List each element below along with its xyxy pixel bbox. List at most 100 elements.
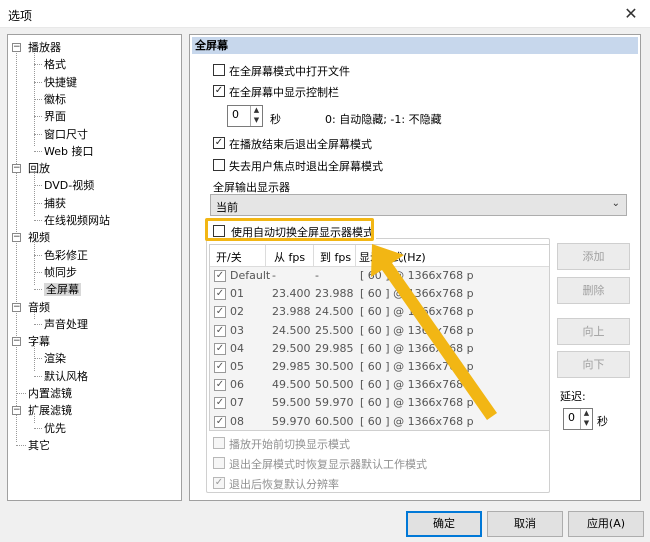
tree-item[interactable]: 默认风格 [34,368,88,385]
table-row[interactable]: ✓ 01 23.400 23.988 [ 60 ] @ 1366x768 p [210,285,549,303]
row-name: Default [230,269,271,282]
output-monitor-label: 全屏输出显示器 [213,181,290,194]
add-button[interactable]: 添加 [557,243,630,270]
tree-item-label: 界面 [44,110,66,124]
highlight-box [205,218,374,241]
row-enable-checkbox[interactable]: ✓ [214,397,226,410]
tree-item-label: 快捷键 [44,75,77,89]
output-monitor-value: 当前 [216,201,238,214]
tree-item[interactable]: 优先 [34,420,66,437]
tree-item[interactable]: − 播放器 [12,39,61,56]
window-title: 选项 [8,9,33,23]
hide-delay-value: 0 [232,108,239,121]
table-row[interactable]: ✓ 06 49.500 50.500 [ 60 ] @ 1366x768 p [210,376,549,394]
col-to-fps[interactable]: 到 fps [320,249,351,265]
tree-item[interactable]: − 扩展滤镜 [12,402,72,419]
collapse-icon[interactable]: − [12,337,21,347]
move-up-button[interactable]: 向上 [557,318,630,345]
cancel-button[interactable]: 取消 [487,511,563,537]
open-in-fullscreen-label: 在全屏幕模式中打开文件 [229,65,350,78]
delay-spin-up-icon[interactable]: ▲ [581,409,592,419]
tree-item[interactable]: 帧同步 [34,264,77,281]
collapse-icon[interactable]: − [12,43,21,52]
row-enable-checkbox[interactable]: ✓ [214,415,226,428]
row-display-mode: [ 60 ] @ 1366x768 p [360,378,474,392]
tree-item[interactable]: 声音处理 [34,316,88,333]
row-name: 05 [230,360,244,373]
table-row[interactable]: ✓ 05 29.985 30.500 [ 60 ] @ 1366x768 p [210,358,549,376]
tree-item-label: 捕获 [44,196,66,210]
open-in-fullscreen-checkbox[interactable] [213,64,225,76]
hide-delay-spinner[interactable]: 0 ▲ ▼ [227,105,263,127]
row-to-fps: 24.500 [315,305,354,319]
table-row[interactable]: ✓ 04 29.500 29.985 [ 60 ] @ 1366x768 p [210,340,549,358]
tree-item[interactable]: − 视频 [12,229,50,246]
hide-delay-hint: 0: 自动隐藏; -1: 不隐藏 [325,113,442,126]
row-from-fps: 59.500 [272,396,311,410]
tree-item[interactable]: − 字幕 [12,333,50,350]
exit-on-end-checkbox[interactable]: ✓ [213,137,225,149]
row-enable-checkbox[interactable]: ✓ [214,324,226,337]
row-enable-checkbox[interactable]: ✓ [214,379,226,392]
display-mode-table[interactable]: 开/关 从 fps 到 fps 显示模式(Hz) ✓ Default - -[ 60 … [209,244,550,431]
delete-button[interactable]: 删除 [557,277,630,304]
col-from-fps[interactable]: 从 fps [274,249,305,265]
tree-item[interactable]: 界面 [34,108,66,125]
table-row[interactable]: ✓ 08 59.970 60.500 [ 60 ] @ 1366x768 p [210,413,549,430]
tree-item[interactable]: 格式 [34,56,66,73]
restore-on-exit-checkbox[interactable] [213,457,225,469]
exit-on-end-label: 在播放结束后退出全屏幕模式 [229,138,372,151]
row-enable-checkbox[interactable]: ✓ [214,270,226,282]
tree-item[interactable]: 其它 [16,437,50,454]
tree-item[interactable]: 色彩修正 [34,247,88,264]
collapse-icon[interactable]: − [12,233,21,243]
row-enable-checkbox[interactable]: ✓ [214,288,226,301]
row-from-fps: 23.400 [272,287,311,301]
tree-item[interactable]: Web 接口 [34,143,94,160]
col-onoff[interactable]: 开/关 [216,249,242,265]
collapse-icon[interactable]: − [12,302,21,312]
table-row[interactable]: ✓ Default - -[ 60 ] @ 1366x768 p [210,267,549,285]
restore-res-checkbox[interactable]: ✓ [213,477,225,489]
tree-item[interactable]: 捕获 [34,195,66,212]
row-name: 02 [230,305,244,319]
tree-item[interactable]: 内置滤镜 [16,385,72,402]
row-enable-checkbox[interactable]: ✓ [214,306,226,319]
hide-delay-unit: 秒 [270,113,281,126]
col-display-mode[interactable]: 显示模式(Hz) [359,249,426,265]
spin-down-icon[interactable]: ▼ [251,116,262,126]
restore-res-label: 退出后恢复默认分辨率 [229,478,339,491]
delay-spin-down-icon[interactable]: ▼ [581,419,592,429]
collapse-icon[interactable]: − [12,406,21,416]
tree-item[interactable]: 全屏幕 [34,281,81,298]
exit-on-focus-loss-checkbox[interactable] [213,159,225,171]
move-down-button[interactable]: 向下 [557,351,630,378]
table-row[interactable]: ✓ 03 24.500 25.500 [ 60 ] @ 1366x768 p [210,322,549,340]
spin-up-icon[interactable]: ▲ [251,106,262,116]
apply-button[interactable]: 应用(A) [568,511,644,537]
tree-item[interactable]: 渲染 [34,350,66,367]
tree-item[interactable]: 徽标 [34,91,66,108]
table-row[interactable]: ✓ 02 23.988 24.500 [ 60 ] @ 1366x768 p [210,303,549,321]
row-from-fps: 59.970 [272,414,311,428]
tree-item[interactable]: − 回放 [12,160,50,177]
tree-item-label: 播放器 [28,41,61,54]
row-enable-checkbox[interactable]: ✓ [214,361,226,373]
tree-item-label: Web 接口 [44,144,94,158]
tree-item[interactable]: 在线视频网站 [34,212,110,229]
table-row[interactable]: ✓ 07 59.500 59.970 [ 60 ] @ 1366x768 p [210,394,549,412]
tree-item[interactable]: − 音频 [12,299,50,316]
ok-button[interactable]: 确定 [406,511,482,537]
tree-item[interactable]: 快捷键 [34,74,77,91]
output-monitor-select[interactable]: 当前 ⌄ [210,194,627,216]
row-enable-checkbox[interactable]: ✓ [214,342,226,355]
tree-item[interactable]: DVD-视频 [34,177,94,194]
close-icon[interactable]: ✕ [620,3,642,25]
tree-item-label: 内置滤镜 [28,387,72,400]
show-controls-checkbox[interactable]: ✓ [213,85,225,97]
collapse-icon[interactable]: − [12,164,21,174]
switch-on-start-checkbox[interactable] [213,437,225,449]
delay-spinner[interactable]: 0 ▲ ▼ [563,408,593,430]
row-display-mode: [ 60 ] @ 1366x768 p [360,287,474,301]
tree-item[interactable]: 窗口尺寸 [34,126,88,143]
